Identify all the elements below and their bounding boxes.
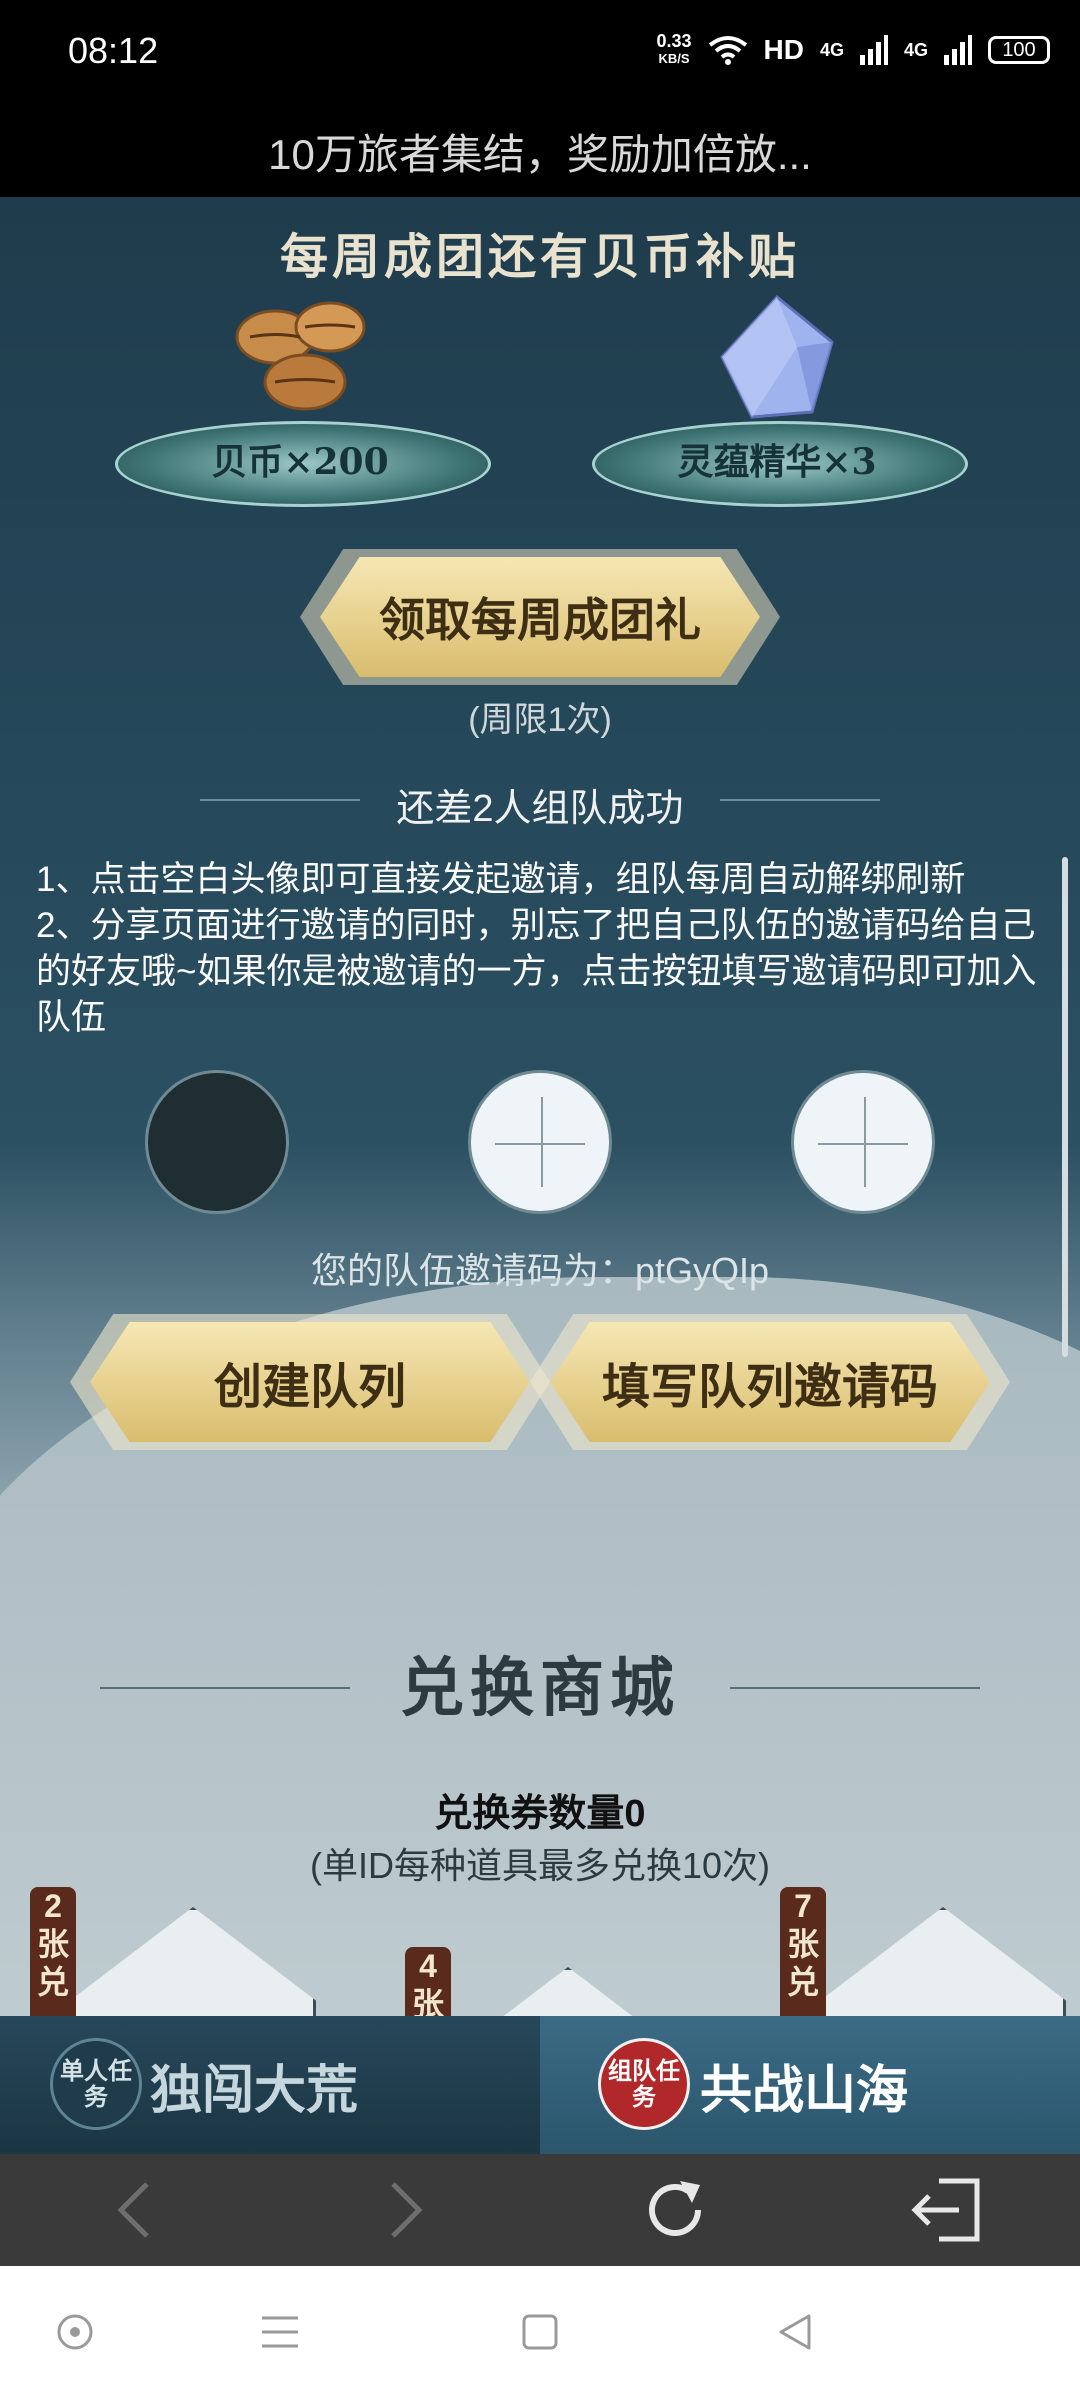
system-navigation-bar [0, 2266, 1080, 2400]
shop-item-frame [445, 1967, 691, 2017]
menu-icon [262, 2316, 298, 2348]
reward-label: 贝币×200 [211, 441, 389, 483]
assistant-button[interactable] [45, 2302, 105, 2362]
invite-slot-add-icon[interactable] [468, 1070, 612, 1214]
team-status-text: 还差2人组队成功 [396, 788, 684, 830]
status-icons: 0.33 KB/S HD 4G 4G 100 [656, 32, 1050, 68]
home-square-icon [522, 2314, 558, 2350]
reward-essence: 灵蕴精华×3 [592, 287, 968, 537]
shop-item-frame [820, 1907, 1066, 2017]
exit-icon [911, 2178, 980, 2242]
network-speed-value: 0.33 [656, 31, 692, 51]
team-instructions: 1、点击空白头像即可直接发起邀请，组队每周自动解绑刷新 2、分享页面进行邀请的同… [36, 857, 1046, 1041]
hd-indicator: HD [763, 34, 804, 65]
browser-toolbar [0, 2154, 1080, 2266]
page-title: 10万旅者集结，奖励加倍放... [268, 131, 812, 178]
solo-quest-badge: 单人任务 [50, 2038, 142, 2130]
shop-item-frame [70, 1907, 316, 2017]
tab-solo-quest[interactable]: 单人任务 独闯大荒 [0, 2016, 540, 2154]
reward-shell-coins: 贝币×200 [115, 287, 491, 537]
back-triangle-icon [779, 2314, 811, 2350]
refresh-button[interactable] [635, 2170, 715, 2250]
shop-title: 兑换商城 [400, 1651, 680, 1726]
weekly-subsidy-title: 每周成团还有贝币补贴 [279, 229, 800, 285]
back-button[interactable] [95, 2170, 175, 2250]
tab-team-quest[interactable]: 组队任务 共战山海 [540, 2016, 1080, 2154]
home-button[interactable] [510, 2302, 570, 2362]
claim-weekly-gift-button[interactable]: 领取每周成团礼 [320, 557, 760, 677]
instruction-line-2: 2、分享页面进行邀请的同时，别忘了把自己队伍的邀请码给自己的好友哦~如果你是被邀… [36, 906, 1037, 1037]
reward-label: 灵蕴精华×3 [677, 441, 877, 483]
signal-4g-label-2: 4G [903, 39, 928, 60]
create-team-button[interactable]: 创建队列 [90, 1322, 530, 1442]
instruction-line-1: 1、点击空白头像即可直接发起邀请，组队每周自动解绑刷新 [36, 860, 966, 899]
shop-item-card[interactable]: 7张兑 [780, 1887, 1080, 2017]
battery-icon: 100 [988, 36, 1050, 64]
system-back-button[interactable] [765, 2302, 825, 2362]
wifi-icon [708, 36, 747, 65]
invite-slot-add-icon-2[interactable] [791, 1070, 935, 1214]
exchange-limit-note: (单ID每种道具最多兑换10次) [309, 1845, 771, 1886]
weekly-limit-note: (周限1次) [468, 701, 612, 739]
chevron-right-icon [391, 2182, 423, 2238]
shop-item-price-tag: 4张 [405, 1947, 451, 2017]
signal-bars-icon [859, 35, 888, 65]
event-page-content[interactable]: 每周成团还有贝币补贴 贝币×200 灵蕴精华×3 领取每周成团礼 (周限1次) … [0, 197, 1080, 2017]
page-title-bar: 10万旅者集结，奖励加倍放... [0, 105, 1080, 197]
status-time: 08:12 [68, 30, 159, 71]
shop-item-price-tag: 2张兑 [30, 1887, 76, 2017]
enter-invite-code-button[interactable]: 填写队列邀请码 [550, 1322, 990, 1442]
shell-coin-icon [235, 301, 366, 411]
shop-item-price-tag: 7张兑 [780, 1887, 826, 2017]
status-bar: 08:12 0.33 KB/S HD 4G 4G 100 [0, 0, 1080, 105]
tab-team-label: 共战山海 [700, 2059, 909, 2121]
crystal-icon [720, 294, 834, 419]
assistant-dot-icon [57, 2314, 93, 2350]
network-speed-unit: KB/S [658, 51, 690, 66]
shop-item-card[interactable]: 4张 [405, 1947, 705, 2017]
network-speed: 0.33 KB/S [656, 32, 691, 68]
invite-code-text: 您的队伍邀请码为：ptGyQIp [310, 1250, 770, 1291]
voucher-count: 兑换券数量0 [434, 1793, 646, 1835]
bottom-tabs: 单人任务 独闯大荒 组队任务 共战山海 [0, 2016, 1080, 2154]
refresh-icon [649, 2181, 701, 2236]
chevron-left-icon [117, 2182, 149, 2238]
tab-solo-label: 独闯大荒 [150, 2059, 359, 2121]
signal-bars-icon-2 [944, 35, 972, 65]
team-quest-badge: 组队任务 [598, 2038, 690, 2130]
forward-button[interactable] [365, 2170, 445, 2250]
shop-item-card[interactable]: 2张兑 [30, 1887, 330, 2017]
exit-button[interactable] [905, 2170, 985, 2250]
team-member-avatar [145, 1070, 289, 1214]
signal-4g-label: 4G [819, 39, 844, 60]
scrollbar[interactable] [1062, 857, 1068, 1357]
menu-button[interactable] [250, 2302, 310, 2362]
